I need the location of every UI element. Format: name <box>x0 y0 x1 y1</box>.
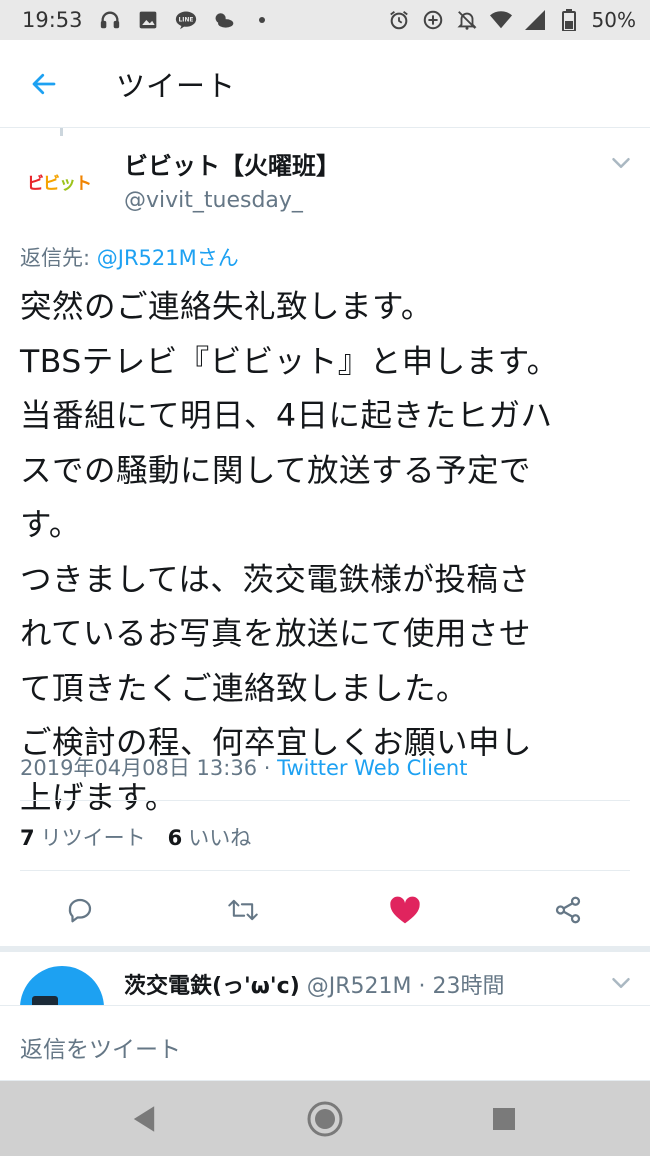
tweet-stats: 7 リツイート 6 いいね <box>20 822 251 852</box>
retweet-icon <box>228 899 258 921</box>
line-app-icon: LINE <box>175 9 197 31</box>
notifications-off-icon <box>456 9 478 31</box>
nav-home-button[interactable] <box>305 1099 345 1139</box>
next-tweet-avatar[interactable] <box>20 966 104 1006</box>
thread-line <box>60 128 63 136</box>
share-button[interactable] <box>552 894 584 926</box>
next-tweet-menu-chevron-icon[interactable] <box>606 968 636 998</box>
navigation-bar <box>0 1081 650 1156</box>
tweet-text: 突然のご連絡失礼致します。 TBSテレビ『ビビット』と申します。 当番組にて明日… <box>20 280 640 825</box>
retweet-count: 7 <box>20 826 35 850</box>
tweet-line: て頂きたくご連絡致しました。 <box>20 670 469 707</box>
tweet-line: TBSテレビ『ビビット』と申します。 <box>20 343 559 380</box>
image-icon <box>137 9 159 31</box>
like-stat[interactable]: 6 いいね <box>168 822 252 852</box>
status-right: 50% <box>388 8 636 32</box>
reply-to-label: 返信先: <box>20 246 97 270</box>
heart-icon <box>390 896 420 924</box>
page-title: ツイート <box>116 68 237 103</box>
back-button[interactable] <box>0 40 88 128</box>
reply-to: 返信先: @JR521Mさん <box>20 242 239 272</box>
client-link[interactable]: Twitter Web Client <box>277 756 467 780</box>
tweet-line: スでの騒動に関して放送する予定で <box>20 452 532 489</box>
tweet-actions <box>0 880 650 940</box>
share-icon <box>555 896 581 924</box>
wifi-icon <box>489 9 512 31</box>
reply-button[interactable] <box>64 894 96 926</box>
battery-icon <box>558 9 580 31</box>
battery-percentage: 50% <box>591 8 636 32</box>
tweet-line: 突然のご連絡失礼致します。 <box>20 289 433 325</box>
nav-recents-button[interactable] <box>484 1099 524 1139</box>
divider <box>20 870 630 871</box>
screen: 19:53 LINE 50% ツイート ビビット ビビット【火曜班】 @vivi… <box>0 0 650 1156</box>
status-bar: 19:53 LINE 50% <box>0 0 650 40</box>
dot-icon <box>251 9 273 31</box>
next-tweet-name: 茨交電鉄(っ'ω'c) <box>124 974 300 999</box>
signal-icon <box>524 9 546 31</box>
nav-home-icon <box>307 1101 343 1137</box>
tweet-line: つきましては、茨交電鉄様が投稿さ <box>20 561 531 598</box>
timestamp: 2019年04月08日 13:36 · <box>20 756 278 780</box>
data-saver-icon <box>422 9 444 31</box>
user-handle[interactable]: @vivit_tuesday_ <box>124 188 303 213</box>
retweet-button[interactable] <box>227 894 259 926</box>
like-count: 6 <box>167 826 183 850</box>
weather-icon <box>213 9 235 31</box>
next-avatar-image <box>20 966 104 1006</box>
retweet-stat[interactable]: 7 リツイート <box>20 822 146 852</box>
reply-input-placeholder[interactable]: 返信をツイート <box>20 1030 181 1064</box>
nav-back-button[interactable] <box>124 1099 164 1139</box>
next-tweet-header[interactable]: 茨交電鉄(っ'ω'c) @JR521M · 23時間 <box>124 968 504 1000</box>
tweet-line: 当番組にて明日、4日に起きたヒガハ <box>20 398 553 434</box>
headphones-icon <box>99 9 121 31</box>
alarm-icon <box>388 9 410 31</box>
status-time: 19:53 <box>22 8 83 32</box>
tweet-meta: 2019年04月08日 13:36 · Twitter Web Client <box>20 752 467 782</box>
app-header: ツイート <box>0 40 650 128</box>
reply-mention-link[interactable]: @JR521Mさん <box>97 246 239 270</box>
next-tweet-handle-time: @JR521M · 23時間 <box>299 974 505 999</box>
tweet-menu-chevron-icon[interactable] <box>606 148 636 178</box>
like-label: いいね <box>188 826 252 850</box>
avatar[interactable]: ビビット <box>18 140 100 222</box>
svg-text:LINE: LINE <box>178 18 193 24</box>
divider <box>20 800 630 801</box>
avatar-logo: ビビット <box>27 173 92 194</box>
tweet-line: れているお写真を放送にて使用させ <box>20 616 532 652</box>
nav-recents-icon <box>493 1108 515 1130</box>
tweet-line: す。 <box>20 507 81 543</box>
section-separator <box>0 946 650 952</box>
retweet-label: リツイート <box>40 826 146 850</box>
reply-icon <box>68 898 92 923</box>
nav-back-icon <box>133 1106 155 1132</box>
back-arrow-icon <box>32 73 56 94</box>
status-left: 19:53 LINE <box>22 8 273 32</box>
like-button[interactable] <box>389 894 421 926</box>
display-name[interactable]: ビビット【火曜班】 <box>124 146 340 181</box>
reply-bar[interactable]: 返信をツイート <box>0 1005 650 1081</box>
